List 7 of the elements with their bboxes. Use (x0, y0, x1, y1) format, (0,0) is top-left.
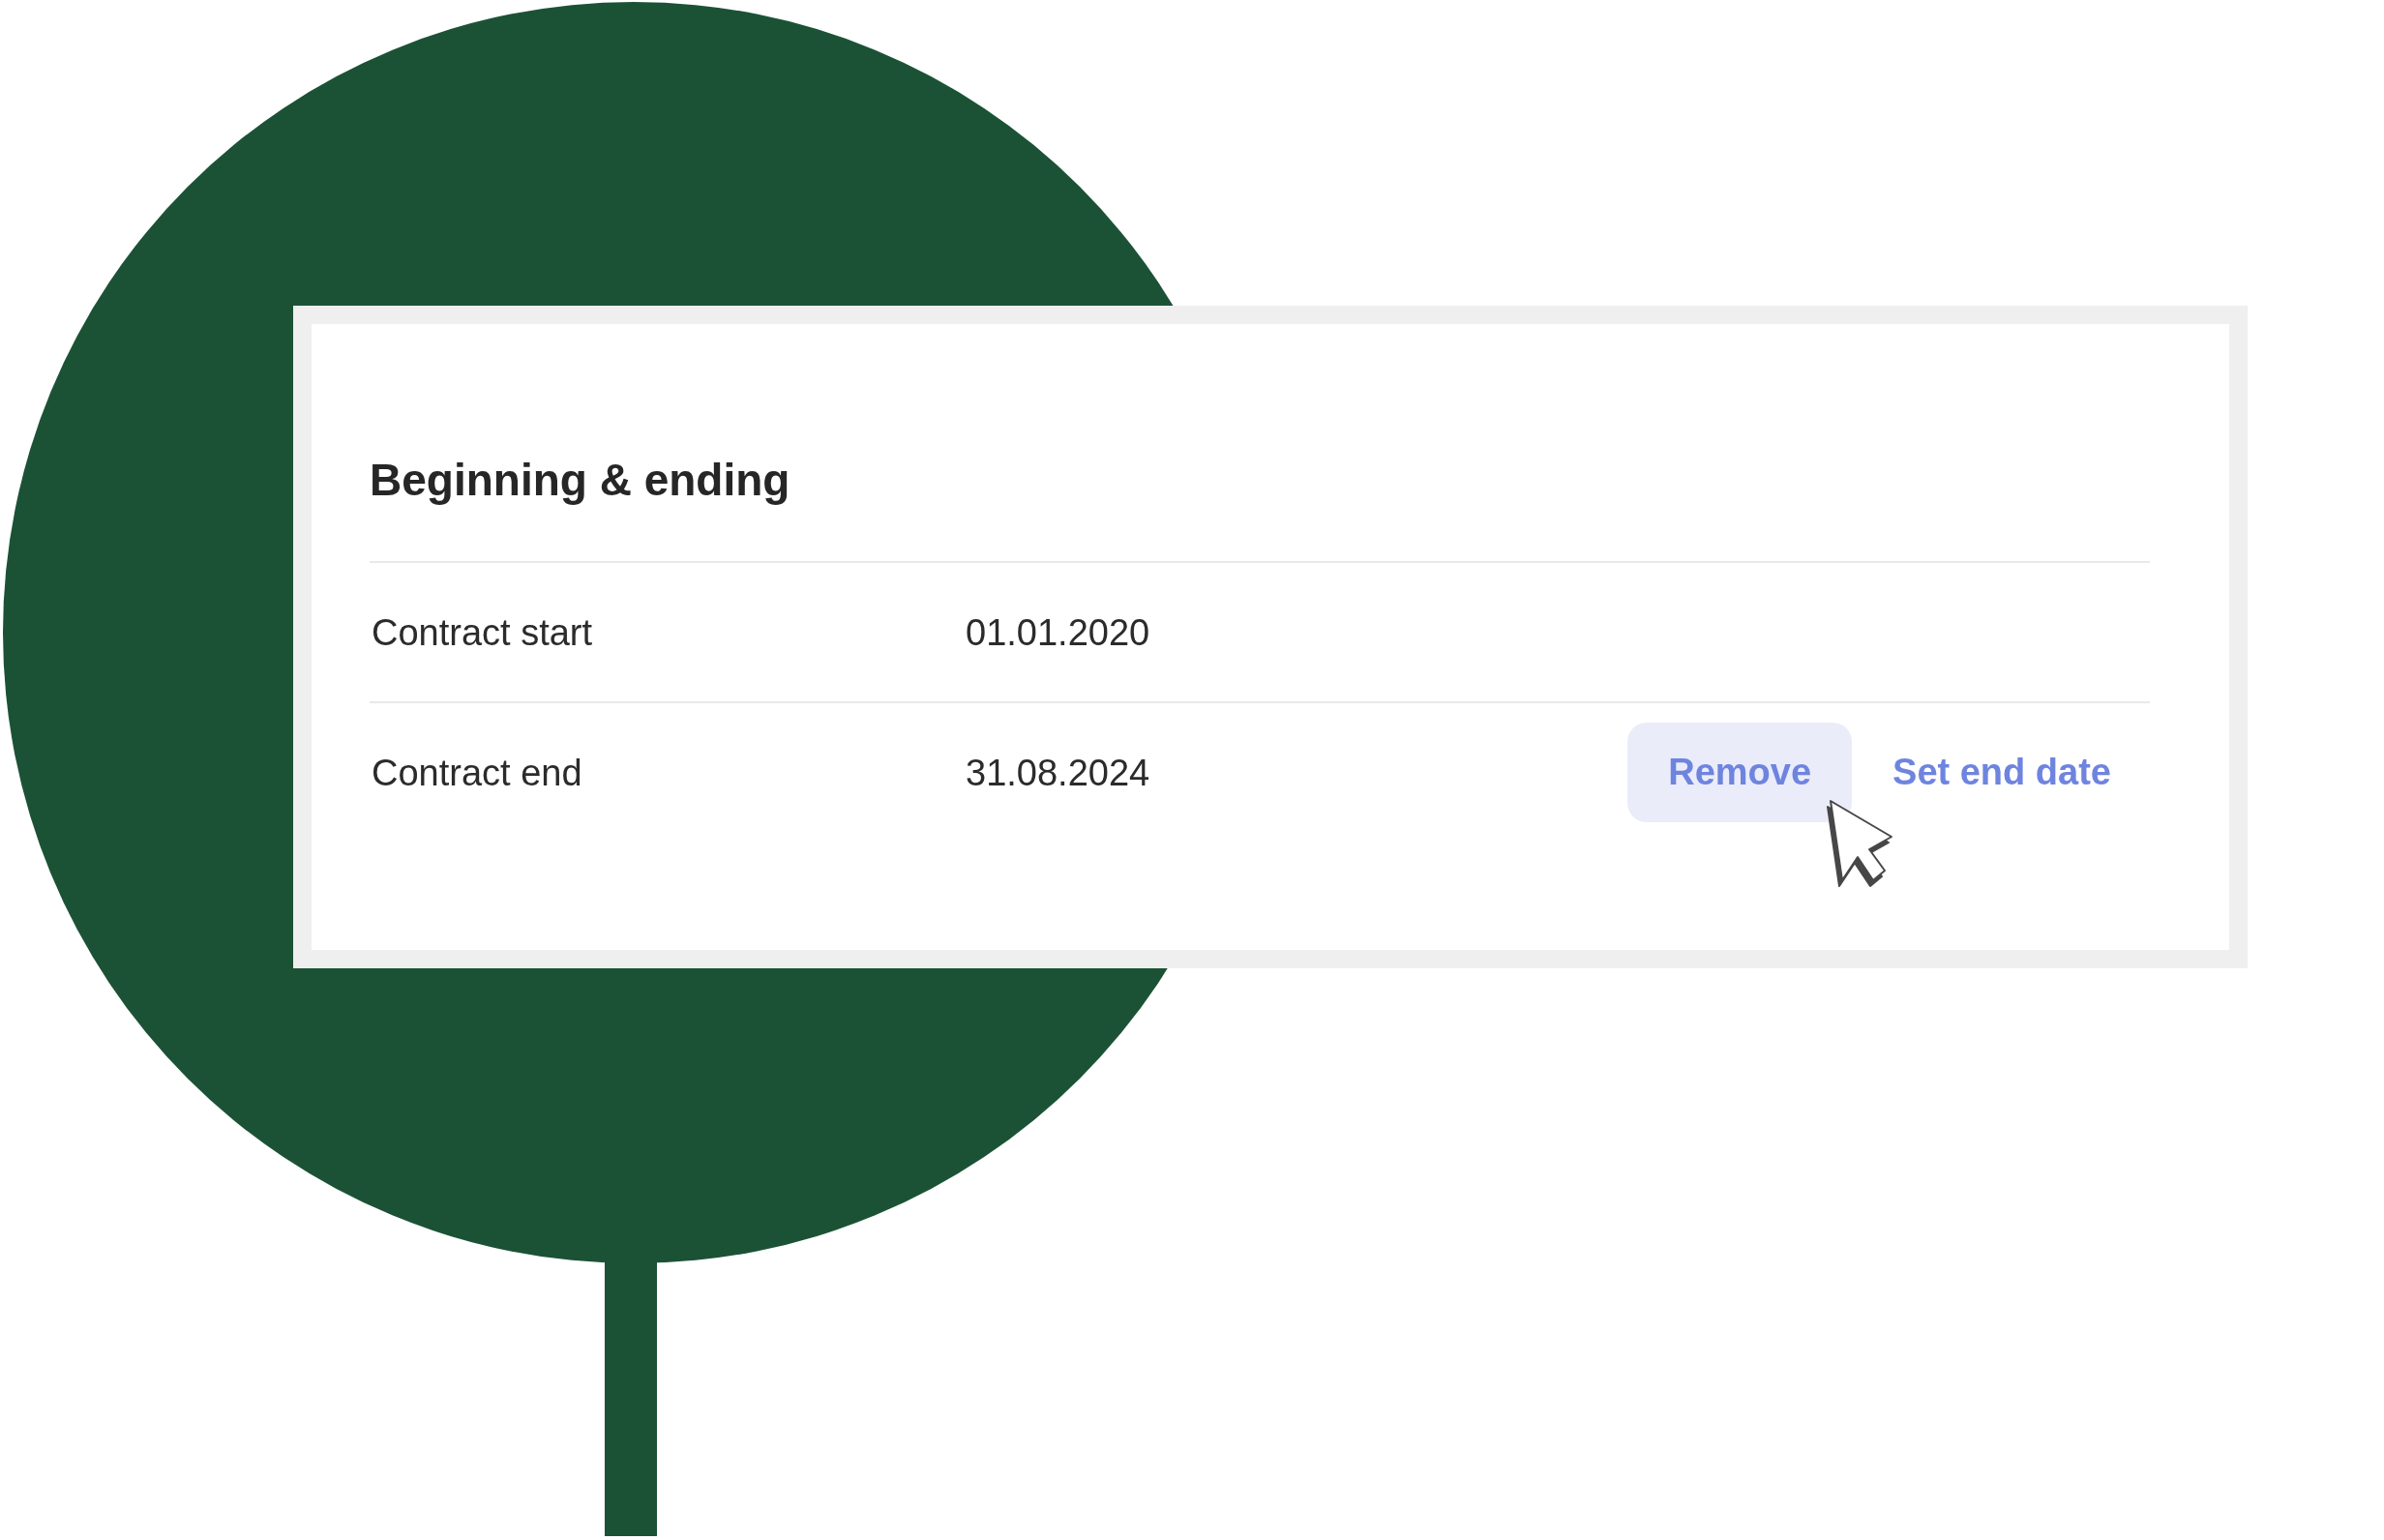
field-label: Contract end (371, 751, 582, 795)
section-title: Beginning & ending (370, 454, 790, 507)
field-value: 31.08.2024 (966, 751, 1150, 795)
field-label: Contract start (371, 610, 593, 655)
remove-button[interactable]: Remove (1627, 723, 1853, 822)
set-end-date-button[interactable]: Set end date (1852, 723, 2152, 822)
field-value: 01.01.2020 (966, 610, 1150, 655)
